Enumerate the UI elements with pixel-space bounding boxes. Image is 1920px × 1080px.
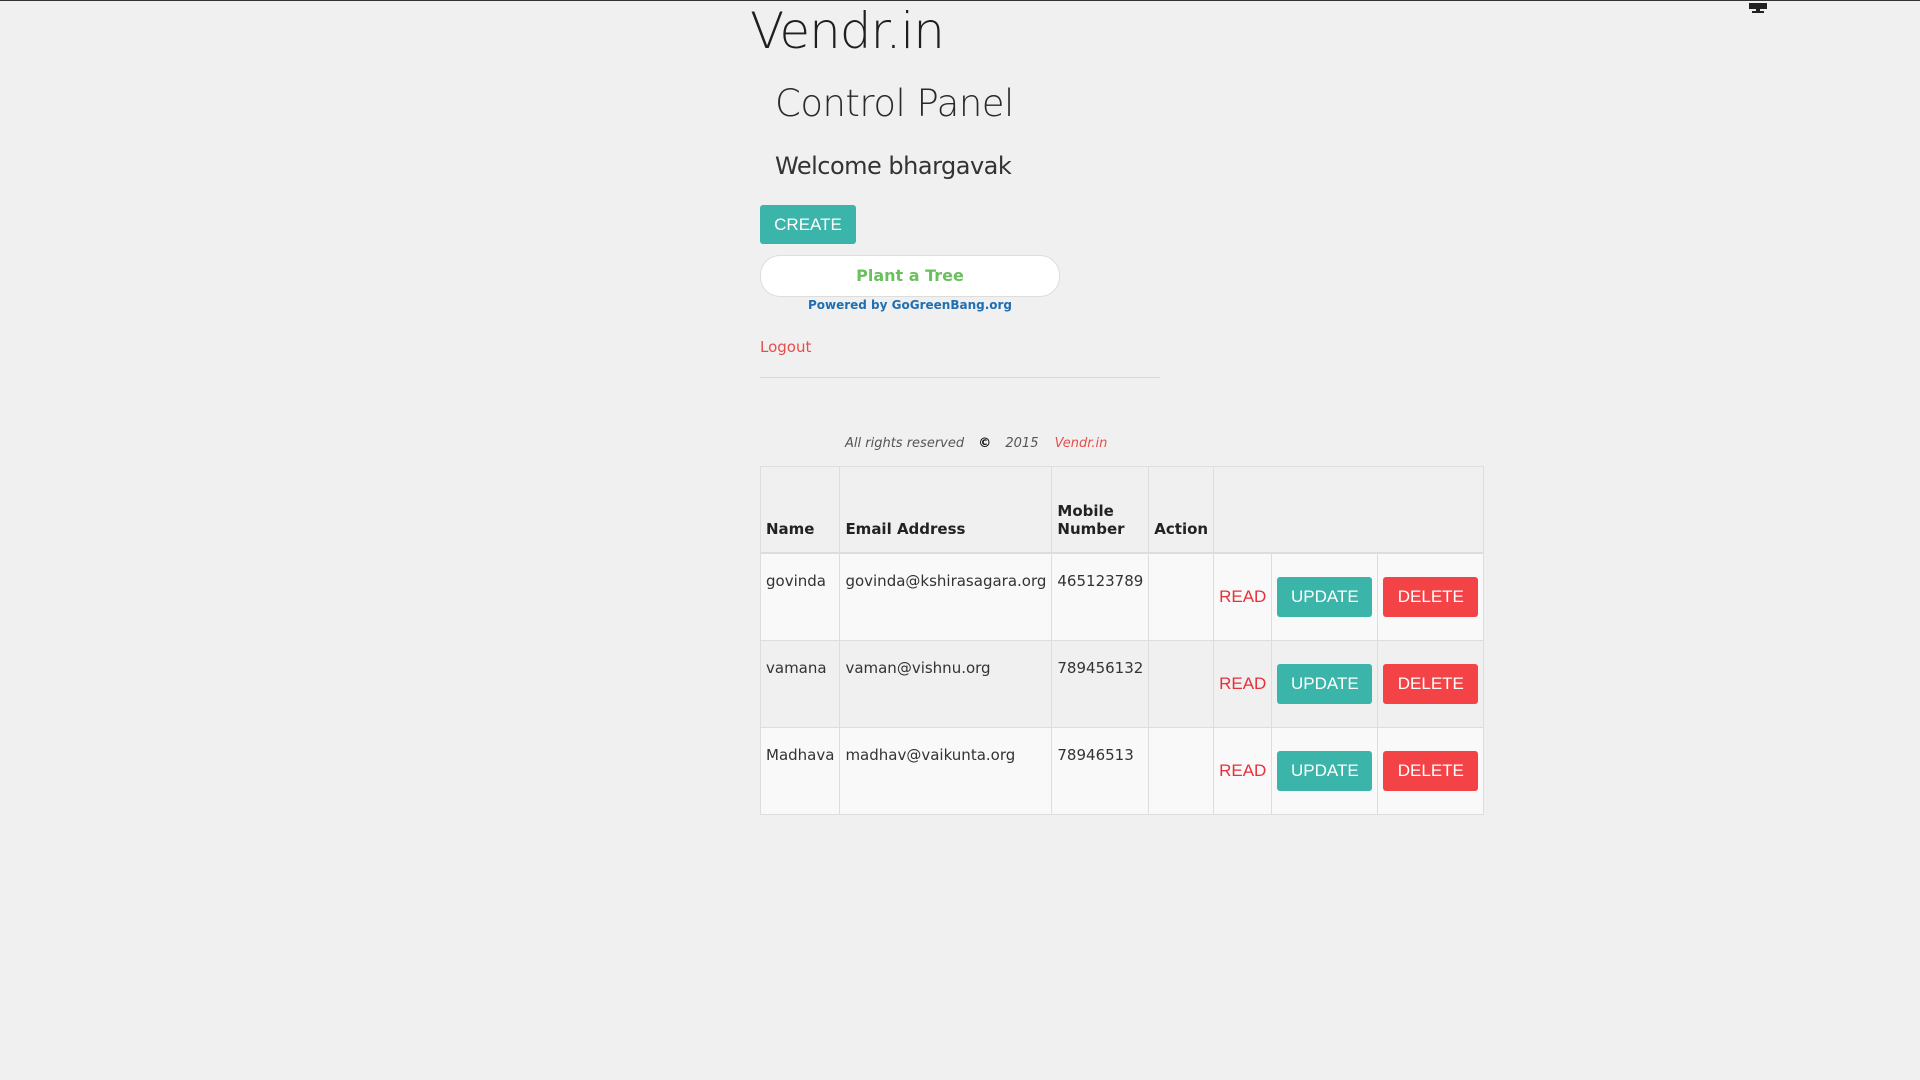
powered-by-link[interactable]: Powered by GoGreenBang.org: [760, 298, 1060, 312]
delete-button[interactable]: DELETE: [1383, 664, 1479, 704]
table-row: govinda govinda@kshirasagara.org 4651237…: [759, 552, 1485, 641]
cell-name: vamana: [759, 640, 841, 728]
read-link[interactable]: READ: [1219, 587, 1266, 607]
footer-brand-link[interactable]: Vendr.in: [1055, 436, 1108, 451]
cell-name: Madhava: [759, 727, 841, 815]
logout-link[interactable]: Logout: [760, 338, 811, 356]
column-header-empty: [1213, 466, 1485, 554]
cell-name: govinda: [759, 552, 841, 641]
plant-a-tree-button[interactable]: Plant a Tree: [760, 255, 1060, 297]
table-header-row: Name Email Address Mobile Number Action: [759, 466, 1485, 554]
table-row: vamana vaman@vishnu.org 789456132 READ U…: [759, 640, 1485, 728]
divider: [760, 377, 1160, 378]
update-button[interactable]: UPDATE: [1277, 664, 1373, 704]
delete-button[interactable]: DELETE: [1383, 751, 1479, 791]
plant-a-tree-widget: Plant a Tree Powered by GoGreenBang.org: [760, 255, 1060, 315]
column-header-action: Action: [1148, 466, 1215, 554]
cell-action-empty: [1148, 727, 1215, 815]
column-header-mobile: Mobile Number: [1051, 466, 1150, 554]
cell-email: madhav@vaikunta.org: [839, 727, 1053, 815]
cell-action-empty: [1148, 640, 1215, 728]
column-header-name: Name: [759, 466, 841, 554]
cell-email: govinda@kshirasagara.org: [839, 552, 1053, 641]
footer: All rights reserved © 2015 Vendr.in: [845, 436, 1107, 451]
cell-mobile: 465123789: [1051, 552, 1150, 641]
table-row: Madhava madhav@vaikunta.org 78946513 REA…: [759, 727, 1485, 815]
monitor-icon[interactable]: [1747, 0, 1769, 13]
cell-mobile: 78946513: [1051, 727, 1150, 815]
read-link[interactable]: READ: [1219, 761, 1266, 781]
users-table: Name Email Address Mobile Number Action …: [759, 466, 1485, 815]
top-border: [0, 0, 1920, 1]
page-title: Control Panel: [775, 82, 1014, 125]
cell-email: vaman@vishnu.org: [839, 640, 1053, 728]
welcome-message: Welcome bhargavak: [775, 152, 1012, 180]
site-brand: Vendr.in: [750, 2, 945, 60]
update-button[interactable]: UPDATE: [1277, 751, 1373, 791]
footer-rights: All rights reserved: [845, 436, 965, 451]
create-button[interactable]: CREATE: [760, 205, 856, 244]
update-button[interactable]: UPDATE: [1277, 577, 1373, 617]
read-link[interactable]: READ: [1219, 674, 1266, 694]
copyright-icon: ©: [978, 436, 992, 451]
column-header-email: Email Address: [839, 466, 1053, 554]
cell-mobile: 789456132: [1051, 640, 1150, 728]
delete-button[interactable]: DELETE: [1383, 577, 1479, 617]
footer-year: 2015: [1005, 436, 1039, 451]
cell-action-empty: [1148, 552, 1215, 641]
